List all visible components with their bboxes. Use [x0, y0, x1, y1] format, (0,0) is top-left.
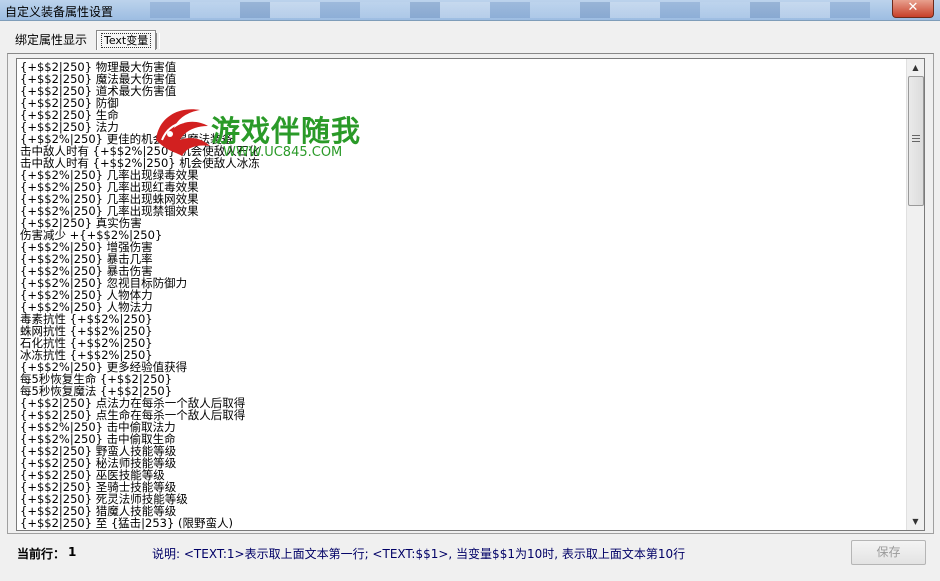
- tab-panel: {+$$2|250} 物理最大伤害值 {+$$2|250} 魔法最大伤害值 {+$$…: [7, 53, 934, 534]
- vertical-scrollbar[interactable]: ▲ ▼: [906, 59, 924, 530]
- watermark-url: WWW.UC845.COM: [223, 145, 343, 160]
- title-bar[interactable]: 自定义装备属性设置 ✕: [0, 0, 940, 21]
- save-button[interactable]: 保存: [851, 540, 926, 565]
- close-button[interactable]: ✕: [892, 0, 934, 18]
- tab-text-variables[interactable]: Text变量: [96, 30, 161, 50]
- editor-line: {+$$2%|250} 几率出现禁锢效果: [20, 204, 199, 218]
- scroll-thumb[interactable]: [908, 76, 924, 206]
- editor-line: {+$$2|250} 道术最大伤害值: [20, 84, 177, 98]
- scroll-down-button[interactable]: ▼: [907, 513, 924, 530]
- tab-label: 绑定属性显示: [15, 33, 88, 47]
- editor-line: {+$$2|250} 至 {猛击|253} (限野蛮人): [20, 516, 233, 530]
- watermark-name: 游戏伴随我: [211, 114, 362, 148]
- current-line-value: 1: [68, 545, 77, 559]
- title-bar-background: [150, 2, 870, 18]
- tab-separator: [156, 33, 161, 49]
- dragon-logo-icon: [156, 109, 210, 156]
- scroll-grip-icon: [912, 135, 920, 143]
- scroll-up-button[interactable]: ▲: [907, 59, 924, 76]
- hint-text: 说明: <TEXT:1>表示取上面文本第一行; <TEXT:$$1>, 当变量$…: [152, 547, 686, 561]
- window-title: 自定义装备属性设置: [5, 5, 114, 19]
- current-line-label: 当前行：: [17, 547, 66, 561]
- watermark: 游戏伴随我 WWW.UC845.COM: [148, 100, 388, 172]
- tab-label: Text变量: [101, 33, 152, 48]
- tab-bound-attributes[interactable]: 绑定属性显示: [15, 31, 87, 50]
